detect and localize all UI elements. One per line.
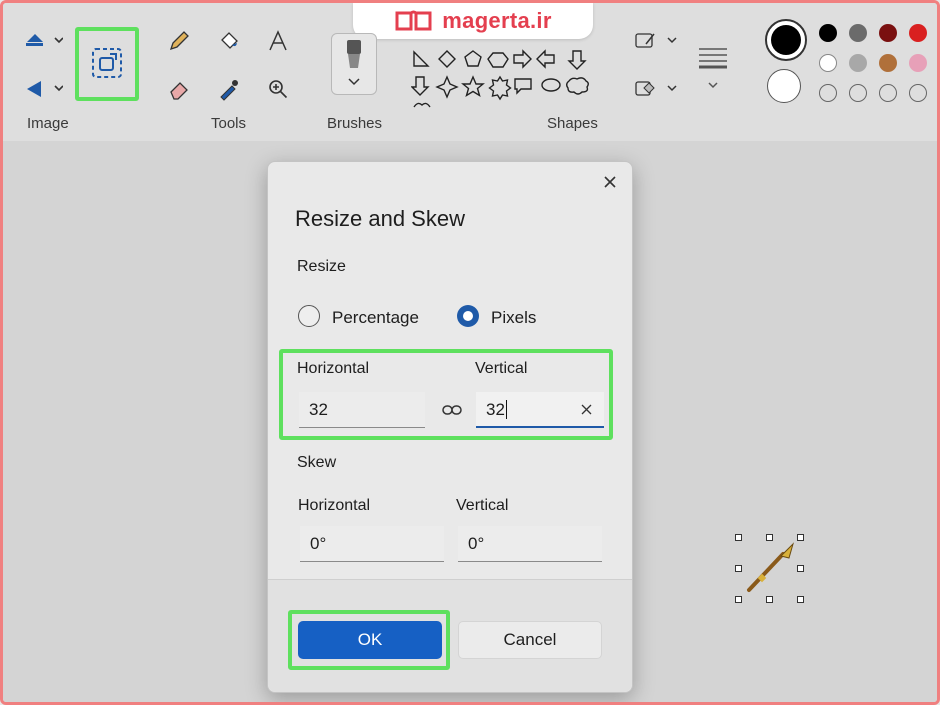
palette-color[interactable]: [909, 54, 927, 72]
skew-horizontal-label: Horizontal: [298, 497, 371, 514]
paintbrush-icon: [347, 40, 361, 68]
magnifier-button[interactable]: [264, 75, 292, 103]
eraser-button[interactable]: [165, 75, 193, 103]
rotate-icon: [27, 81, 63, 97]
empty-palette-slot[interactable]: [819, 84, 837, 102]
dialog-title: Resize and Skew: [295, 206, 465, 231]
resize-skew-dialog: Resize and Skew Resize Percentage Pixels…: [267, 161, 633, 693]
resize-handle[interactable]: [766, 596, 773, 603]
palette-color[interactable]: [879, 54, 897, 72]
eraser-icon: [170, 82, 188, 100]
brushes-button[interactable]: [331, 33, 377, 95]
resize-horizontal-input[interactable]: 32: [299, 392, 425, 428]
resize-icon: [92, 48, 122, 78]
resize-vertical-input[interactable]: 32: [476, 392, 604, 428]
pixels-label: Pixels: [491, 308, 537, 327]
select-button[interactable]: [21, 27, 65, 53]
resize-horizontal-label: Horizontal: [297, 360, 370, 377]
outline-icon: [635, 33, 677, 48]
skew-vertical-input[interactable]: 0°: [458, 526, 602, 562]
fill-button[interactable]: [215, 27, 243, 55]
watermark: magerta.ir: [353, 3, 593, 39]
shapes-icons: [411, 49, 589, 108]
text-icon: [269, 30, 287, 51]
resize-handle[interactable]: [797, 565, 804, 572]
resize-handle[interactable]: [735, 596, 742, 603]
link-icon: [442, 405, 462, 415]
text-cursor: [505, 400, 507, 419]
empty-palette-slot[interactable]: [879, 84, 897, 102]
palette-color[interactable]: [819, 24, 837, 42]
image-group-label: Image: [27, 115, 69, 132]
palette-color[interactable]: [879, 24, 897, 42]
resize-button[interactable]: [83, 39, 131, 87]
palette-color[interactable]: [849, 54, 867, 72]
ribbon-toolbar: magerta.ir Image Tools Brushes Shapes: [3, 3, 937, 141]
palette-color[interactable]: [909, 24, 927, 42]
text-button[interactable]: [264, 27, 292, 55]
resize-vertical-label: Vertical: [475, 360, 528, 377]
shape-fill-button[interactable]: [633, 77, 681, 99]
color-picker-button[interactable]: [215, 75, 243, 103]
shapes-group-label: Shapes: [547, 115, 598, 132]
color-picker-icon: [220, 80, 238, 101]
resize-vertical-value: 32: [486, 400, 505, 419]
pixels-radio[interactable]: [457, 305, 479, 327]
percentage-radio[interactable]: [298, 305, 320, 327]
close-icon: [604, 176, 616, 188]
resize-section-label: Resize: [297, 258, 346, 275]
skew-horizontal-input[interactable]: 0°: [300, 526, 444, 562]
palette-color[interactable]: [819, 54, 837, 72]
pencil-icon: [169, 31, 189, 51]
skew-section-label: Skew: [297, 454, 337, 471]
radio-dot: [463, 311, 473, 321]
shapes-gallery: [411, 49, 606, 109]
percentage-label: Percentage: [332, 308, 419, 327]
rotate-button[interactable]: [21, 75, 65, 101]
tools-group-label: Tools: [211, 115, 247, 132]
spear-sprite-icon: [747, 542, 795, 592]
dialog-footer: OK Cancel: [268, 579, 632, 692]
close-button[interactable]: [596, 168, 624, 196]
palette-color[interactable]: [849, 24, 867, 42]
resize-handle[interactable]: [797, 596, 804, 603]
cancel-button[interactable]: Cancel: [458, 621, 602, 659]
app-window: magerta.ir Image Tools Brushes Shapes Re…: [0, 0, 940, 705]
fill-bucket-icon: [221, 32, 238, 49]
pencil-button[interactable]: [165, 27, 193, 55]
empty-palette-slot[interactable]: [849, 84, 867, 102]
magnifier-icon: [269, 80, 288, 99]
brushes-group-label: Brushes: [327, 115, 383, 132]
aspect-lock-button[interactable]: [436, 394, 468, 426]
skew-vertical-label: Vertical: [456, 497, 509, 514]
fill-shape-icon: [635, 81, 677, 96]
select-icon: [26, 34, 63, 46]
selection-box[interactable]: [735, 534, 804, 603]
primary-color-button[interactable]: [765, 19, 807, 61]
shape-outline-button[interactable]: [633, 29, 681, 51]
line-size-icon: [699, 48, 727, 89]
ok-button[interactable]: OK: [298, 621, 442, 659]
line-size-button[interactable]: [693, 41, 733, 95]
chevron-down-icon: [348, 78, 360, 86]
primary-color-swatch: [771, 25, 801, 55]
empty-palette-slot[interactable]: [909, 84, 927, 102]
book-logo-icon: [395, 10, 432, 31]
resize-handle[interactable]: [797, 534, 804, 541]
secondary-color-button[interactable]: [767, 69, 801, 103]
watermark-text: magerta.ir: [442, 8, 552, 33]
clear-icon[interactable]: [581, 404, 592, 415]
